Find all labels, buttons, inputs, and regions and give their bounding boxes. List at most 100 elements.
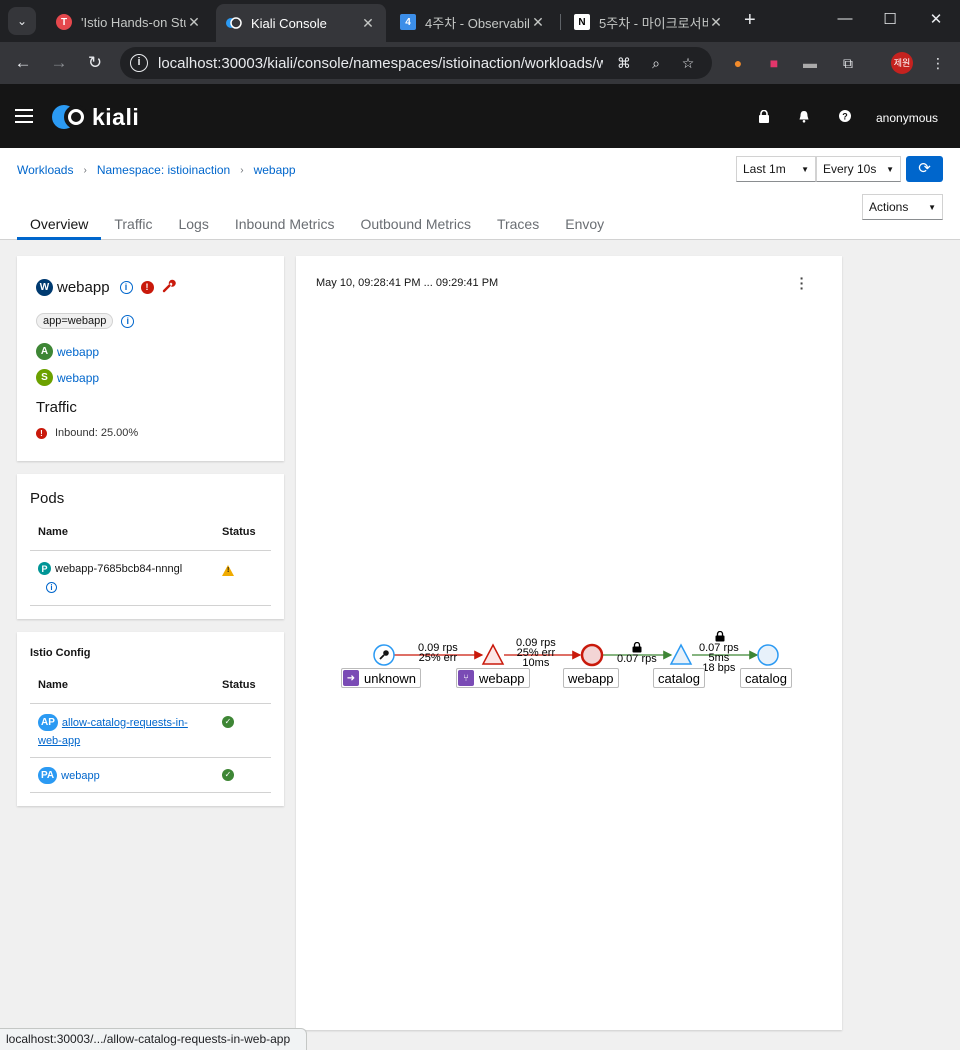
extension-hat-icon[interactable]: ▬: [800, 53, 820, 73]
browser-tab-istio-study[interactable]: T 'Istio Hands-on Stu ✕: [46, 6, 212, 38]
table-row: PA webapp: [38, 767, 100, 784]
authorization-policy-badge: AP: [38, 714, 58, 731]
edge-label-webapp-workload: 0.09 rps 25% err 10ms: [516, 638, 556, 669]
edge-throughput: 18 bps: [702, 662, 736, 674]
istio-config-heading: Istio Config: [30, 647, 91, 659]
pods-card: Pods Name Status P webapp-7685bcb84-nnng…: [17, 474, 284, 619]
url-text[interactable]: localhost:30003/kiali/console/namespaces…: [158, 55, 603, 72]
pod-name: webapp-7685bcb84-nnngl: [55, 562, 183, 575]
peer-authentication-badge: PA: [38, 767, 58, 784]
tab-traffic[interactable]: Traffic: [101, 208, 165, 240]
bell-icon[interactable]: [797, 110, 811, 126]
browser-tab-bar: ⌄ T 'Istio Hands-on Stu ✕ Kiali Console …: [0, 0, 960, 42]
wrench-icon[interactable]: [162, 279, 176, 296]
svg-text:?: ?: [842, 112, 848, 122]
node-label-webapp-app[interactable]: ⑂ webapp: [456, 668, 530, 688]
help-icon[interactable]: ?: [838, 110, 852, 125]
window-close-icon[interactable]: ✕: [926, 10, 946, 28]
label-chip[interactable]: app=webapp: [36, 313, 114, 329]
lock-icon[interactable]: [757, 109, 771, 126]
tab-search-chevron-icon[interactable]: ⌄: [8, 7, 36, 35]
address-bar[interactable]: i localhost:30003/kiali/console/namespac…: [120, 47, 712, 79]
refresh-button[interactable]: ⟳: [906, 156, 943, 182]
node-unknown[interactable]: [373, 644, 395, 666]
info-icon[interactable]: i: [121, 314, 135, 328]
caret-down-icon: ▼: [928, 202, 936, 212]
close-icon[interactable]: ✕: [360, 15, 376, 32]
node-label-catalog-service[interactable]: catalog: [653, 668, 705, 688]
site-info-icon[interactable]: i: [130, 54, 148, 72]
tab-outbound-metrics[interactable]: Outbound Metrics: [347, 208, 484, 240]
traffic-graph[interactable]: [296, 256, 842, 1030]
tab-traces[interactable]: Traces: [484, 208, 552, 240]
node-webapp-app[interactable]: [481, 643, 505, 665]
error-icon[interactable]: !: [140, 281, 154, 294]
actions-dropdown[interactable]: Actions ▼: [862, 194, 943, 220]
maximize-icon[interactable]: ☐: [880, 10, 900, 28]
forward-arrow-icon[interactable]: →: [48, 52, 70, 74]
node-label-unknown[interactable]: ➜ unknown: [341, 668, 422, 688]
hamburger-menu-icon[interactable]: [15, 109, 33, 123]
extensions-puzzle-icon[interactable]: ⧉: [838, 53, 858, 73]
config-link-authz[interactable]: allow-catalog-requests-in-: [62, 717, 188, 729]
service-link[interactable]: webapp: [57, 371, 99, 385]
check-circle-icon[interactable]: ✓: [222, 769, 234, 781]
config-link-pa[interactable]: webapp: [61, 770, 100, 782]
reload-icon[interactable]: ↻: [84, 52, 106, 74]
app-link[interactable]: webapp: [57, 345, 99, 359]
node-label-text: webapp: [568, 670, 614, 686]
pods-heading: Pods: [30, 490, 65, 507]
table-row: P webapp-7685bcb84-nnngl: [38, 562, 182, 575]
close-icon[interactable]: ✕: [186, 14, 202, 31]
refresh-interval-select[interactable]: Every 10s ▼: [816, 156, 901, 182]
back-arrow-icon[interactable]: ←: [12, 52, 34, 74]
mini-graph-card: May 10, 09:28:41 PM ... 09:29:41 PM · · ·: [296, 256, 842, 1030]
breadcrumb-workloads[interactable]: Workloads: [17, 163, 73, 177]
node-catalog-service[interactable]: [669, 643, 693, 665]
profile-avatar[interactable]: 제원: [891, 52, 913, 74]
close-icon[interactable]: ✕: [708, 14, 724, 31]
browser-tab-observability[interactable]: 4 4주차 - Observabilit ✕: [390, 6, 556, 38]
user-menu[interactable]: anonymous: [876, 111, 938, 125]
breadcrumb-namespace[interactable]: Namespace: istioinaction: [97, 163, 230, 177]
zoom-magnifier-icon[interactable]: ⌕: [646, 53, 666, 73]
node-label-text: webapp: [479, 670, 525, 686]
tab-title: 'Istio Hands-on Stu: [81, 14, 186, 30]
node-label-webapp-workload[interactable]: webapp: [563, 668, 619, 688]
table-row: AP allow-catalog-requests-in- web-app: [38, 714, 188, 747]
error-icon: !: [36, 427, 47, 439]
tab-logs[interactable]: Logs: [165, 208, 221, 240]
new-tab-plus-icon[interactable]: +: [744, 9, 756, 32]
close-icon[interactable]: ✕: [530, 14, 546, 31]
minimize-icon[interactable]: —: [835, 10, 855, 27]
node-label-text: unknown: [364, 670, 417, 686]
browser-tab-kiali[interactable]: Kiali Console ✕: [216, 4, 386, 42]
detail-tabs: Overview Traffic Logs Inbound Metrics Ou…: [17, 208, 617, 240]
tab-envoy[interactable]: Envoy: [552, 208, 617, 240]
pod-badge: P: [38, 562, 51, 575]
node-label-catalog-workload[interactable]: catalog: [740, 668, 792, 688]
node-webapp-workload[interactable]: [580, 643, 604, 667]
breadcrumb-current[interactable]: webapp: [254, 163, 296, 177]
translate-icon[interactable]: ⌘: [614, 53, 634, 73]
info-icon[interactable]: i: [46, 582, 57, 593]
edge-label-catalog-workload: 0.07 rps 5ms 18 bps: [699, 643, 739, 674]
table-divider: [30, 757, 271, 758]
duration-select[interactable]: Last 1m ▼: [736, 156, 816, 182]
tab-inbound-metrics[interactable]: Inbound Metrics: [222, 208, 348, 240]
workload-name: webapp: [57, 279, 110, 296]
bookmark-star-icon[interactable]: ☆: [678, 53, 698, 73]
kiali-logo[interactable]: kiali: [52, 104, 139, 130]
node-catalog-workload[interactable]: [757, 644, 779, 666]
config-link-authz-cont[interactable]: web-app: [38, 735, 188, 747]
info-icon[interactable]: i: [119, 281, 133, 294]
tab-title: 5주차 - 마이크로서비: [599, 15, 708, 31]
browser-menu-icon[interactable]: ⋮: [928, 53, 948, 73]
extension-pattern-icon[interactable]: ■: [764, 53, 784, 73]
check-circle-icon[interactable]: ✓: [222, 716, 234, 728]
warning-icon[interactable]: !: [222, 563, 234, 581]
chevron-right-icon: ›: [83, 164, 87, 176]
browser-tab-microservices[interactable]: N 5주차 - 마이크로서비 ✕: [564, 6, 734, 38]
extension-egg-icon[interactable]: ●: [728, 53, 748, 73]
tab-overview[interactable]: Overview: [17, 208, 102, 240]
